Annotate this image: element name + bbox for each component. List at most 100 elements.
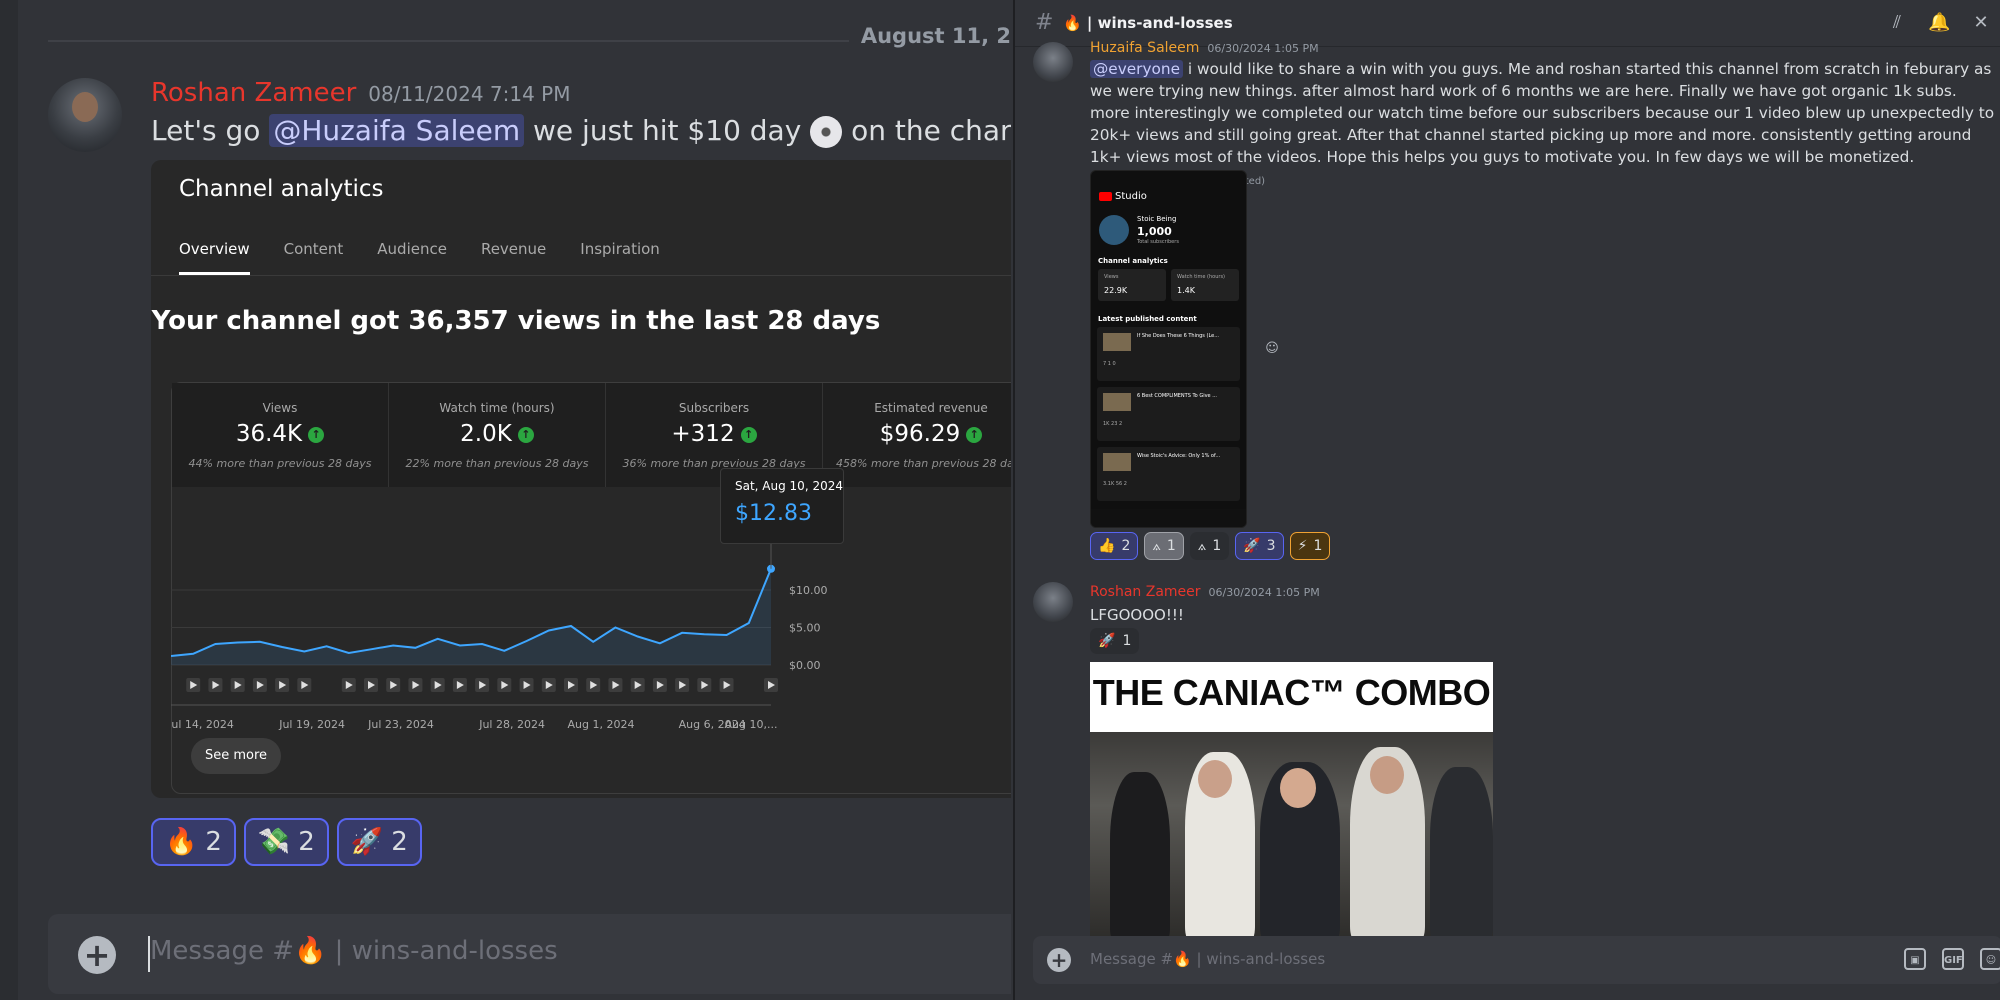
revenue-line-chart: $10.00 $5.00 $0.00 Jul 14, 2024 Jul 19, 2024… (171, 544, 828, 731)
tab-inspiration: Inspiration (580, 240, 660, 258)
metric-comparison: 458% more than previous 28 days (836, 457, 1011, 470)
message-text-part: on the channel (851, 114, 1011, 147)
tab-revenue: Revenue (480, 240, 547, 258)
metric-label: Watch time (hours) (439, 401, 555, 415)
message-timestamp: 06/30/2024 1:05 PM (1207, 42, 1319, 55)
video-thumbnail (1103, 333, 1131, 351)
reaction-triangle[interactable]: ⟑ 1 (1189, 532, 1230, 560)
reaction-rocket[interactable]: 🚀 3 (1235, 532, 1284, 560)
y-tick-label: $0.00 (789, 659, 821, 672)
studio-header: Studio (1099, 191, 1147, 202)
metric-comparison: 22% more than previous 28 days (405, 457, 589, 470)
studio-screenshot[interactable]: Studio Stoic Being 1,000 Total subscribe… (1090, 170, 1247, 528)
avatar[interactable] (1033, 582, 1073, 622)
thread-hash-icon: # (1035, 10, 1054, 35)
metric-views: Views 36.4K ↑ 44% more than previous 28 d… (172, 383, 389, 487)
metric-value-wrap: 36.4K ↑ (172, 421, 388, 447)
watch-value: 1.4K (1177, 286, 1195, 295)
channel-title: 🔥 | wins-and-losses (1063, 14, 1233, 32)
analytics-title: Channel analytics (179, 176, 384, 202)
views-label: Views (1104, 274, 1119, 280)
add-attachment-button[interactable]: + (78, 936, 116, 974)
gif-embed[interactable]: THE CANIAC™ COMBO (1090, 662, 1493, 938)
fire-icon: 🔥 (165, 827, 198, 857)
x-tick-label: Jul 28, 2024 (478, 718, 545, 731)
metric-value: +312 (671, 421, 735, 447)
author-name[interactable]: Huzaifa Saleem (1090, 40, 1199, 56)
reaction-money[interactable]: 💸 2 (243, 818, 329, 866)
reaction-count: 2 (298, 827, 315, 857)
message-input-box[interactable]: + Message #🔥 | wins-and-losses ▣ GIF ☺ (1033, 936, 2000, 984)
channel-name: wins-and-losses (1097, 14, 1233, 32)
arrow-up-icon: ↑ (740, 426, 757, 443)
user-mention[interactable]: @Huzaifa Saleem (269, 114, 525, 147)
analytics-headline: Your channel got 36,357 views in the las… (151, 306, 881, 336)
reaction-count: 1 (1212, 538, 1222, 554)
rocket-icon: 🚀 (1243, 538, 1261, 554)
analytics-screenshot[interactable]: Channel analytics Overview Content Audie… (151, 160, 1011, 798)
video-title: 6 Best COMPLIMENTS To Give ... (1137, 393, 1217, 399)
rocket-icon: 🚀 (350, 827, 384, 857)
everyone-mention[interactable]: @everyone (1090, 60, 1183, 78)
list-item: 6 Best COMPLIMENTS To Give ... 1K 23 2 (1097, 387, 1240, 441)
message-timestamp: 08/11/2024 7:14 PM (368, 82, 571, 106)
x-tick-label: Aug 1, 2024 (568, 718, 635, 731)
reaction-thumbsup[interactable]: 👍 2 (1090, 532, 1139, 560)
reaction-bar: 👍 2 ⟑ 1 ⟑ 1 🚀 3 ⚡ 1 (1090, 532, 1331, 560)
triangle-icon: ⟑ (1152, 538, 1161, 554)
reaction-count: 1 (1122, 633, 1132, 649)
reaction-triangle[interactable]: ⟑ 1 (1144, 532, 1184, 560)
reaction-count: 1 (1313, 538, 1323, 554)
avatar[interactable] (1033, 42, 1073, 82)
add-attachment-button[interactable]: + (1047, 948, 1071, 972)
money-icon: 💸 (257, 827, 291, 857)
author-name[interactable]: Roshan Zameer (151, 78, 356, 108)
author-name[interactable]: Roshan Zameer (1090, 584, 1201, 600)
metric-comparison: 44% more than previous 28 days (188, 457, 372, 470)
avatar[interactable] (48, 78, 122, 152)
reaction-count: 2 (1121, 538, 1131, 554)
add-reaction-icon[interactable]: ☺ (1263, 340, 1281, 358)
sticker-icon[interactable]: ☺ (1980, 948, 2000, 970)
tooltip-date: Sat, Aug 10, 2024 (735, 479, 843, 493)
y-tick-label: $5.00 (789, 622, 821, 635)
x-tick-label: Jul 19, 2024 (278, 718, 345, 731)
analytics-tabs: Overview Content Audience Revenue Inspir… (179, 240, 660, 275)
message-header: Huzaifa Saleem 06/30/2024 1:05 PM (1090, 40, 1319, 56)
header-toolbar: ⫽ 🔔 ✕ (1886, 12, 1992, 34)
watch-label: Watch time (hours) (1177, 274, 1226, 280)
message-input-box[interactable]: + Message #🔥 | wins-and-losses (48, 914, 1011, 994)
see-more-button: See more (191, 738, 282, 774)
video-stats: 1K 23 2 (1103, 421, 1123, 427)
message-input-placeholder[interactable]: Message #🔥 | wins-and-losses (1090, 950, 1325, 968)
tab-overview: Overview (179, 240, 250, 275)
gif-caption: THE CANIAC™ COMBO (1092, 672, 1491, 713)
threads-icon[interactable]: ⫽ (1886, 12, 1908, 34)
studio-label: Studio (1115, 191, 1147, 202)
thumbs-up-icon: 👍 (1098, 538, 1116, 554)
gift-icon[interactable]: ▣ (1904, 948, 1926, 970)
video-thumbnail (1103, 453, 1131, 471)
metric-value-wrap: +312 ↑ (606, 421, 822, 447)
metric-value-wrap: 2.0K ↑ (389, 421, 605, 447)
series-area (171, 568, 771, 665)
x-tick-label: Jul 23, 2024 (367, 718, 434, 731)
message-input-placeholder[interactable]: Message #🔥 | wins-and-losses (150, 936, 558, 966)
close-icon[interactable]: ✕ (1970, 12, 1992, 34)
video-title: Wise Stoic's Advice: Only 1% of... (1137, 453, 1221, 459)
bell-icon[interactable]: 🔔 (1928, 12, 1950, 34)
youtube-logo-icon (1099, 191, 1112, 201)
gif-icon[interactable]: GIF (1942, 948, 1964, 970)
metrics-row: Views 36.4K ↑ 44% more than previous 28 d… (172, 383, 1011, 487)
left-message-pane: August 11, 2 Roshan Zameer 08/11/2024 7:1… (18, 0, 1011, 1000)
video-stats: 7 1 0 (1103, 361, 1116, 367)
list-item: Wise Stoic's Advice: Only 1% of... 3.1K 5… (1097, 447, 1240, 501)
triangle-icon: ⟑ (1197, 538, 1207, 554)
reaction-rocket[interactable]: 🚀 1 (1090, 628, 1140, 654)
reaction-fire[interactable]: 🔥 2 (151, 818, 236, 866)
analytics-heading: Channel analytics (1098, 257, 1168, 265)
reaction-rocket[interactable]: 🚀 2 (336, 818, 422, 866)
metric-label: Estimated revenue (874, 401, 988, 415)
reaction-count: 2 (205, 827, 222, 857)
reaction-lightning[interactable]: ⚡ 1 (1289, 532, 1331, 560)
